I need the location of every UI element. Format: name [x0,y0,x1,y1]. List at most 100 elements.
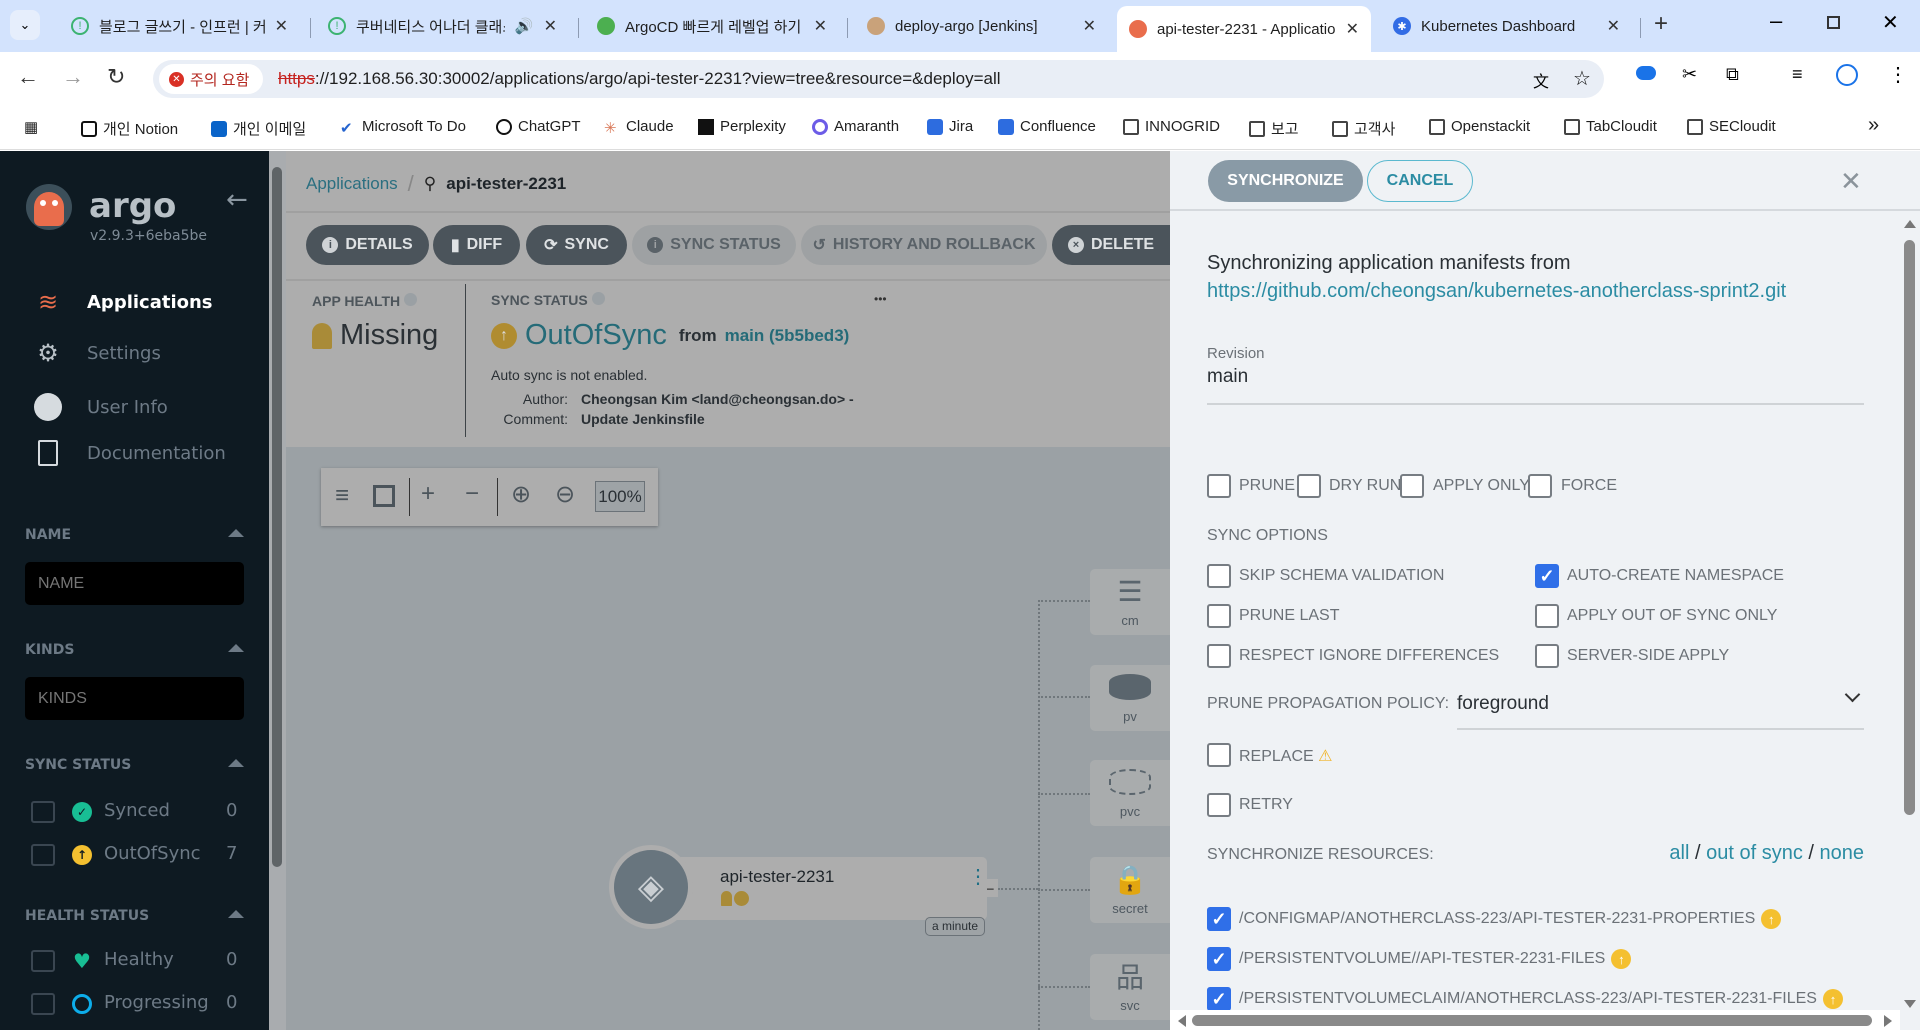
resource-node-svc[interactable]: 品 svc [1090,954,1170,1020]
resource-checkbox[interactable]: ✓ [1207,987,1231,1011]
zoom-level[interactable]: 100% [595,481,645,512]
close-tab-icon[interactable]: ✕ [544,16,557,36]
minimize-button[interactable]: – [1770,8,1782,34]
translate-icon[interactable]: 文 [1533,68,1549,92]
filter-synced[interactable]: ✓ Synced 0 [0,799,269,825]
more-menu-button[interactable]: ••• [874,292,887,306]
app-node-collapse-button[interactable]: – [987,879,998,897]
nav-settings[interactable]: ⚙ Settings [0,338,269,368]
collapse-sidebar-button[interactable]: ← [226,185,248,215]
bookmark-folder[interactable]: SECloudit [1687,118,1776,135]
delete-button[interactable]: × DELETE [1052,225,1170,265]
bookmark-folder[interactable]: INNOGRID [1123,118,1220,135]
collapse-icon[interactable]: − [465,480,479,508]
reload-button[interactable]: ↻ [107,64,125,90]
more-bookmarks-button[interactable]: » [1868,114,1879,137]
bookmark-item[interactable]: 개인 이메일 [211,118,306,139]
collapse-name-icon[interactable] [228,529,244,537]
nav-applications[interactable]: ≋ Applications [0,287,269,317]
revision-input[interactable]: main [1207,366,1864,405]
nav-documentation[interactable]: Documentation [0,438,269,468]
browser-tab-active[interactable]: api-tester-2231 - Application ✕ [1117,6,1371,52]
repo-url-link[interactable]: https://github.com/cheongsan/kubernetes-… [1207,280,1786,303]
fit-screen-icon[interactable] [373,485,395,507]
bookmark-item[interactable]: ChatGPT [496,118,581,135]
security-warning-chip[interactable]: ✕ 주의 요함 [159,64,263,94]
panel-horizontal-scrollbar[interactable] [1170,1010,1900,1030]
menu-kebab-icon[interactable]: ⋮ [1888,62,1908,87]
nav-user-info[interactable]: User Info [0,392,269,422]
apply-only-checkbox[interactable] [1400,474,1424,498]
browser-tab[interactable]: ! 블로그 글쓰기 - 인프런 | 커 ✕ [59,8,300,44]
zoom-in-icon[interactable]: ⊕ [511,480,531,509]
auto-create-namespace-checkbox[interactable]: ✓ [1535,564,1559,588]
details-button[interactable]: i DETAILS [306,225,429,265]
force-checkbox[interactable] [1528,474,1552,498]
resource-node-cm[interactable]: ☰ cm [1090,569,1170,635]
bookmark-folder[interactable]: 보고 [1249,118,1299,139]
breadcrumb-applications[interactable]: Applications [306,174,398,194]
sync-status-button[interactable]: i SYNC STATUS [632,225,796,265]
close-tab-icon[interactable]: ✕ [1346,19,1359,39]
app-node-menu-icon[interactable]: ⋮ [968,867,988,887]
tree-view-icon[interactable]: ≡ [335,482,349,510]
resource-checkbox[interactable]: ✓ [1207,947,1231,971]
sidebar-scrollbar[interactable] [269,151,286,1030]
cloud-extension-icon[interactable] [1636,66,1656,80]
close-panel-icon[interactable]: ✕ [1840,166,1862,197]
close-tab-icon[interactable]: ✕ [1607,16,1620,36]
server-side-apply-checkbox[interactable] [1535,644,1559,668]
bookmark-item[interactable]: Jira [927,118,973,135]
retry-checkbox[interactable] [1207,793,1231,817]
forward-button[interactable]: → [62,64,84,90]
help-icon[interactable] [404,293,418,306]
dry-run-checkbox[interactable] [1297,474,1321,498]
cancel-button[interactable]: CANCEL [1367,160,1473,202]
browser-tab[interactable]: ArgoCD 빠르게 레벨업 하기 ✕ [585,8,839,44]
close-tab-icon[interactable]: ✕ [1083,16,1096,36]
prune-policy-select[interactable]: foreground [1457,684,1864,730]
bookmark-item[interactable]: Amaranth [812,118,899,135]
bookmark-item[interactable]: Confluence [998,118,1096,135]
diff-button[interactable]: ▮ DIFF [433,225,520,265]
apply-out-of-sync-only-checkbox[interactable] [1535,604,1559,628]
filter-outofsync[interactable]: ↑ OutOfSync 7 [0,842,269,868]
close-tab-icon[interactable]: ✕ [275,16,288,36]
revision-link[interactable]: main (5b5bed3) [725,326,850,346]
collapse-health-status-icon[interactable] [228,910,244,918]
bookmark-item[interactable]: Perplexity [698,118,786,135]
name-filter-input[interactable] [25,562,244,605]
checkbox[interactable] [31,993,55,1015]
checkbox[interactable] [31,844,55,866]
filter-progressing[interactable]: Progressing 0 [0,991,269,1017]
respect-ignore-differences-checkbox[interactable] [1207,644,1231,668]
collapse-kinds-icon[interactable] [228,644,244,652]
browser-tab[interactable]: deploy-argo [Jenkins] ✕ [855,8,1108,44]
restore-button[interactable] [1827,16,1840,29]
select-all-link[interactable]: all [1669,842,1689,864]
resource-node-secret[interactable]: 🔒 secret [1090,857,1170,923]
url-bar[interactable]: ✕ 주의 요함 https://192.168.56.30:30002/appl… [153,60,1604,98]
checkbox[interactable] [31,950,55,972]
filter-healthy[interactable]: ♥ Healthy 0 [0,948,269,974]
bookmark-folder[interactable]: Openstackit [1429,118,1530,135]
media-control-icon[interactable]: ≡ [1792,64,1803,85]
help-icon[interactable] [591,292,605,305]
apps-grid-icon[interactable]: ▦ [24,118,38,136]
synchronize-button[interactable]: SYNCHRONIZE [1208,160,1363,202]
back-button[interactable]: ← [17,64,39,90]
extensions-puzzle-icon[interactable]: ⧉ [1726,64,1739,85]
resource-checkbox[interactable]: ✓ [1207,907,1231,931]
zoom-out-icon[interactable]: ⊖ [555,480,575,509]
collapse-sync-status-icon[interactable] [228,759,244,767]
bookmark-folder[interactable]: 고객사 [1332,118,1395,139]
panel-vertical-scrollbar[interactable] [1900,215,1920,1010]
sync-button[interactable]: ⟳ SYNC [526,225,627,265]
new-tab-button[interactable]: + [1654,10,1668,38]
history-rollback-button[interactable]: ↺ HISTORY AND ROLLBACK [801,225,1047,265]
extension-icon[interactable]: ✂ [1682,64,1697,85]
expand-icon[interactable]: + [421,480,435,508]
bookmark-item[interactable]: ✳ Claude [604,118,674,137]
resource-node-pvc[interactable]: pvc [1090,760,1170,826]
kinds-filter-input[interactable] [25,677,244,720]
